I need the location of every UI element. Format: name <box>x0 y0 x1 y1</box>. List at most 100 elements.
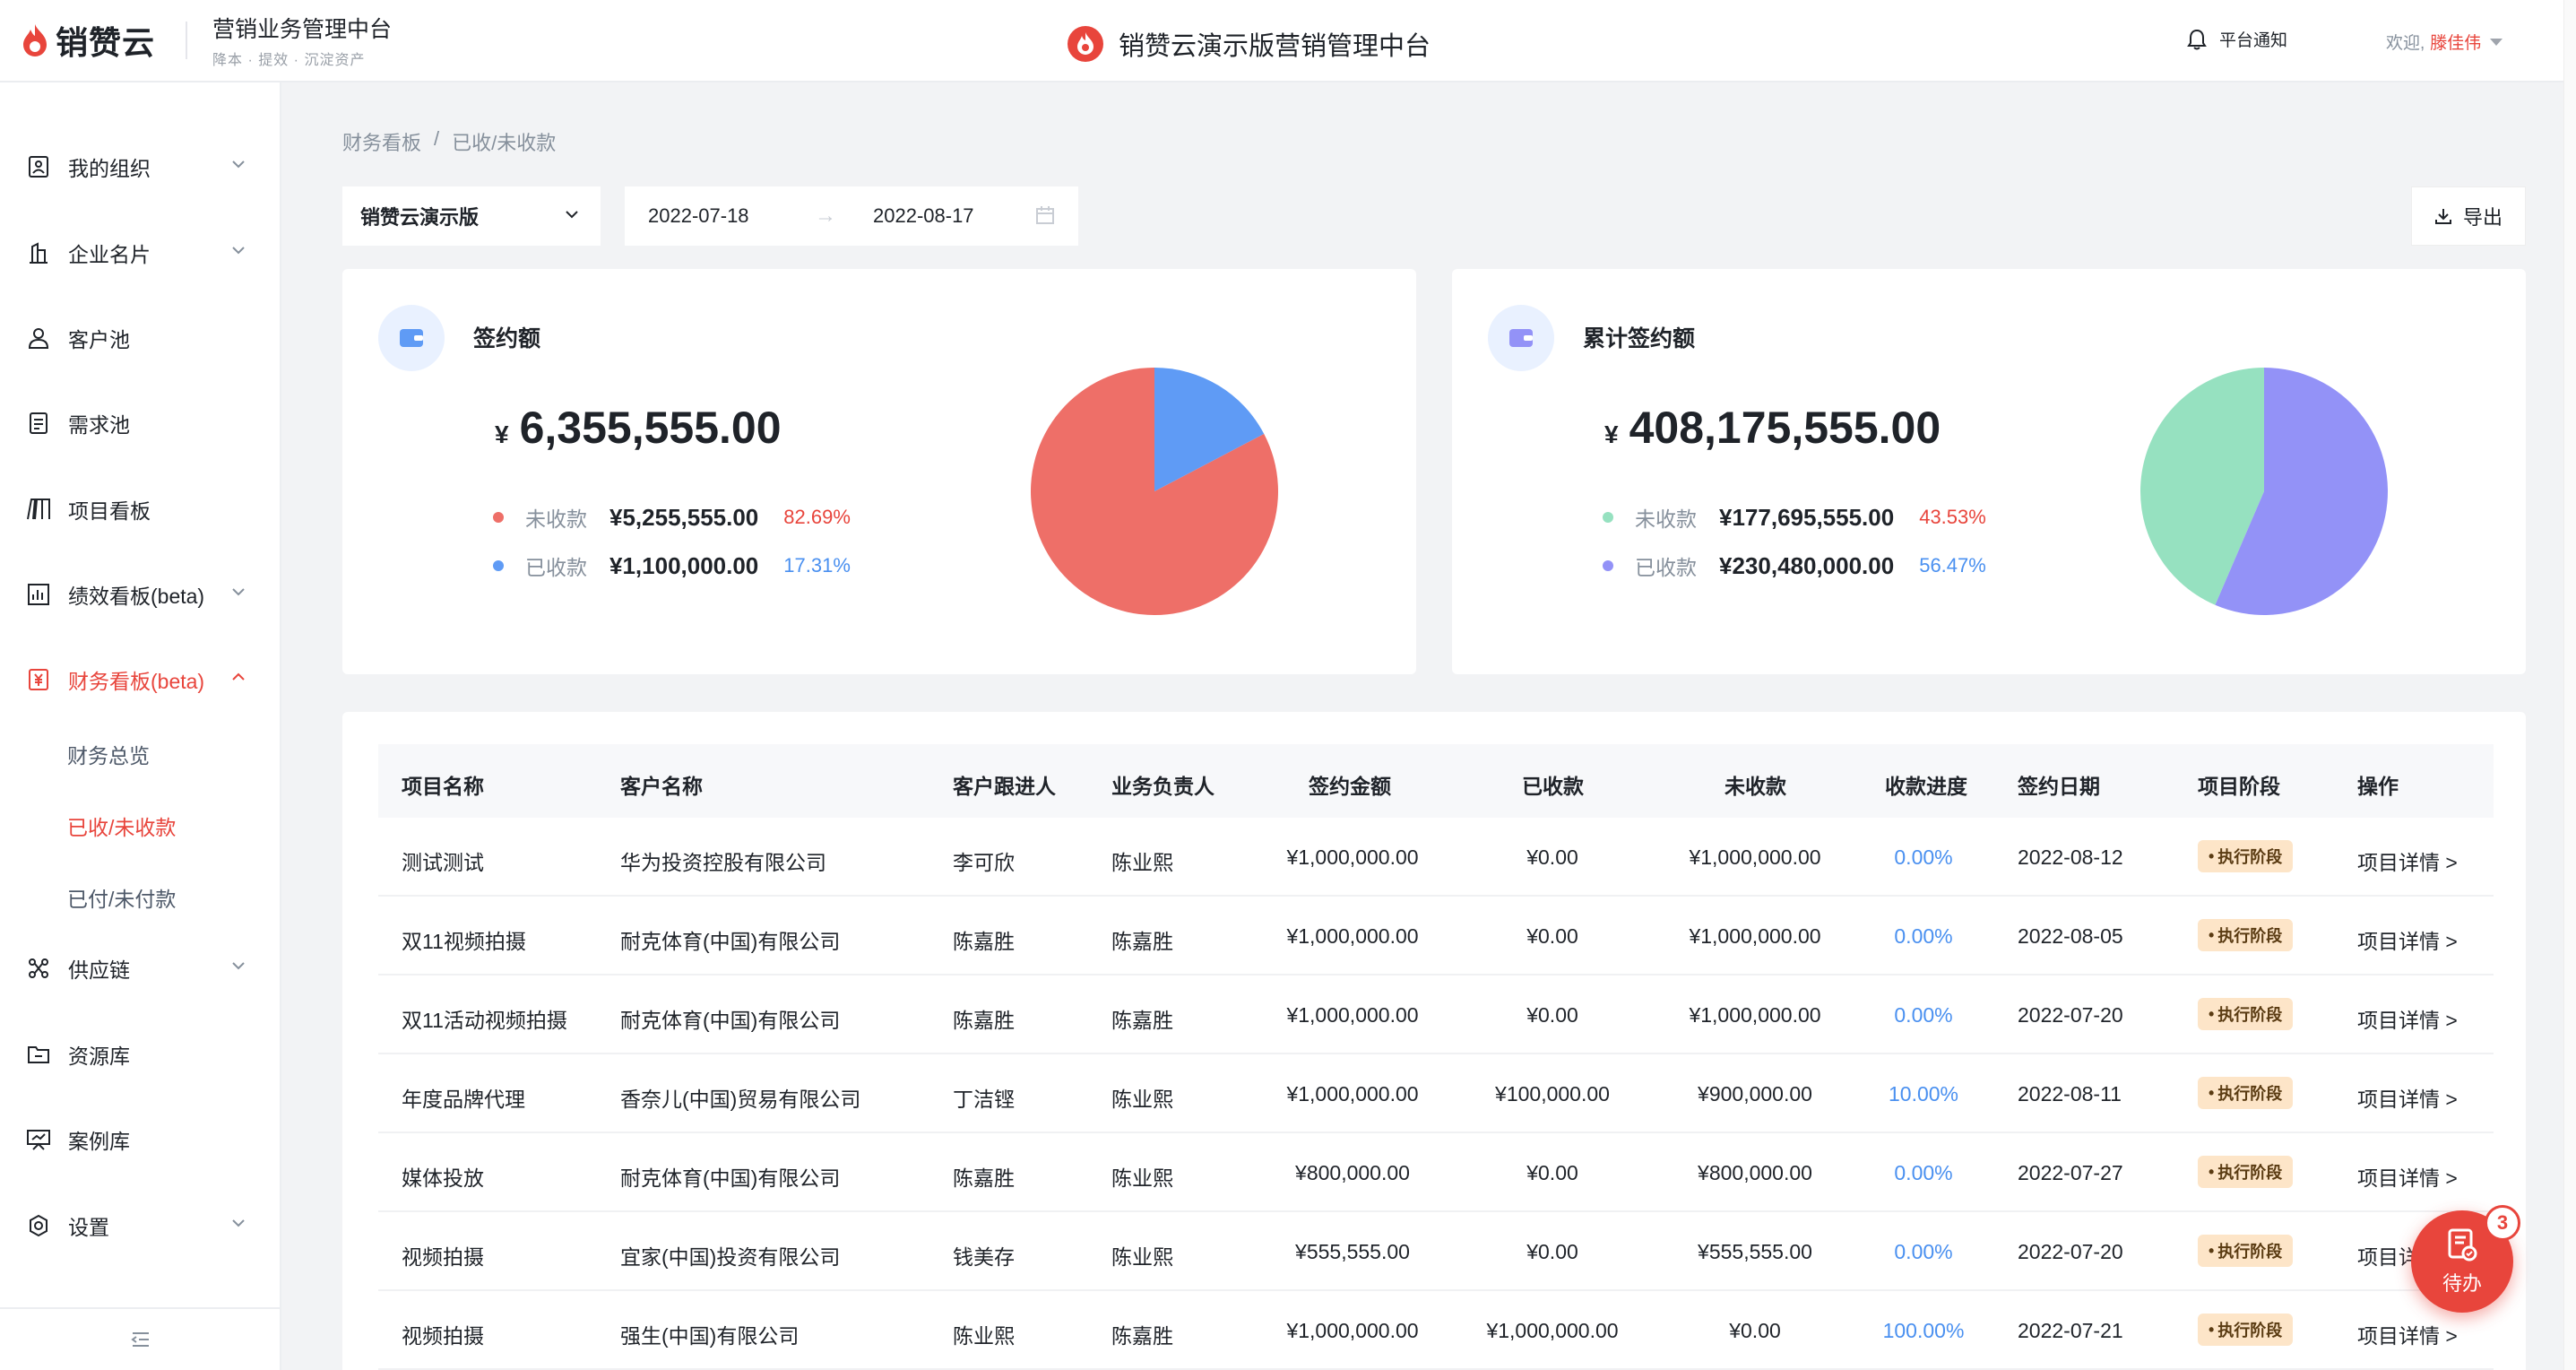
table-cell: 陈业熙 <box>1111 1245 1173 1269</box>
table-cell: 2022-07-27 <box>2018 1161 2123 1184</box>
stage-badge: 执行阶段 <box>2198 1077 2294 1109</box>
welcome-label: 欢迎, <box>2386 34 2425 53</box>
project-detail-link[interactable]: 项目详情 > <box>2357 845 2458 876</box>
total-amount: 6,355,555.00 <box>519 403 782 453</box>
breadcrumb-parent[interactable]: 财务看板 <box>342 127 421 156</box>
stage-badge: 执行阶段 <box>2198 998 2294 1030</box>
project-detail-link[interactable]: 项目详情 > <box>2357 1319 2458 1349</box>
todo-count-badge: 3 <box>2485 1205 2520 1241</box>
logo-text: 销赞云 <box>56 24 156 61</box>
table-cell: 2022-07-20 <box>2018 1003 2123 1027</box>
menu-fold-icon <box>131 1332 149 1347</box>
table-cell: 媒体投放 <box>402 1166 484 1190</box>
cumulative-signing-card: 累计签约额 ¥ 408,175,555.00 未收款 ¥177,695,555.… <box>1452 269 2526 674</box>
page-scrollbar[interactable] <box>2563 0 2576 1370</box>
chevron-down-icon <box>232 160 245 169</box>
breadcrumb-separator: / <box>434 127 440 150</box>
sidebar-item-project-board[interactable]: 项目看板 <box>0 482 281 536</box>
board-icon <box>25 496 52 523</box>
table-row: 视频拍摄 宜家(中国)投资有限公司 钱美存 陈业熙 ¥555,555.00 ¥0.00 ¥5… <box>378 1212 2494 1291</box>
yen-icon <box>25 666 52 693</box>
sidebar-item-label: 企业名片 <box>68 243 151 266</box>
breadcrumb: 财务看板 / 已收/未收款 <box>342 127 556 156</box>
legend-collected: 已收款 ¥1,100,000.00 17.31% <box>493 551 851 581</box>
table-cell: 测试测试 <box>402 851 484 874</box>
list-icon <box>25 410 52 437</box>
sidebar-item-company-card[interactable]: 企业名片 <box>0 226 281 280</box>
date-arrow: → <box>815 204 836 228</box>
table-cell: 陈业熙 <box>1111 1166 1173 1190</box>
sidebar-subitem-received[interactable]: 已收/未收款 <box>67 811 176 841</box>
legend-dot <box>1603 512 1613 523</box>
user-menu[interactable]: 欢迎, 滕佳伟 <box>2386 30 2503 54</box>
breadcrumb-current: 已收/未收款 <box>452 132 557 154</box>
date-end-input[interactable]: 2022-08-17 <box>873 204 974 228</box>
sidebar-item-demand-pool[interactable]: 需求池 <box>0 396 281 450</box>
legend-label: 已收款 <box>525 556 587 579</box>
sidebar-subitem-finance-overview[interactable]: 财务总览 <box>67 739 150 769</box>
sidebar-item-my-org[interactable]: 我的组织 <box>0 140 281 194</box>
column-header: 客户跟进人 <box>953 775 1056 798</box>
table-cell: 2022-07-21 <box>2018 1319 2123 1342</box>
collapse-sidebar-button[interactable] <box>0 1307 281 1370</box>
project-detail-link[interactable]: 项目详情 > <box>2357 1161 2458 1192</box>
legend-percent: 43.53% <box>1919 506 1986 528</box>
legend-percent: 82.69% <box>783 506 851 528</box>
sidebar-item-label: 设置 <box>68 1216 109 1239</box>
table-cell: 2022-08-12 <box>2018 845 2123 869</box>
system-subtitle: 降本 · 提效 · 沉淀资产 <box>212 53 366 68</box>
sidebar-item-performance-board[interactable]: 绩效看板(beta) <box>0 568 281 621</box>
sidebar-item-customer-pool[interactable]: 客户池 <box>0 311 281 365</box>
sidebar-item-label: 需求池 <box>68 413 130 437</box>
user-icon <box>25 325 52 351</box>
platform-notification[interactable]: 平台通知 <box>2187 27 2287 51</box>
export-button[interactable]: 导出 <box>2411 186 2526 246</box>
legend-label: 未收款 <box>525 507 587 531</box>
legend-amount: ¥1,100,000.00 <box>609 551 759 579</box>
bell-icon <box>2187 29 2207 49</box>
sidebar-subitem-paid[interactable]: 已付/未付款 <box>67 882 176 913</box>
sidebar-item-label: 我的组织 <box>68 157 151 180</box>
column-header: 项目名称 <box>402 775 484 798</box>
export-label: 导出 <box>2462 206 2503 229</box>
notification-label: 平台通知 <box>2219 31 2288 50</box>
sidebar-item-label: 绩效看板(beta) <box>68 585 205 608</box>
app-logo[interactable]: 销赞云 <box>20 17 155 64</box>
stage-badge: 执行阶段 <box>2198 840 2294 872</box>
table-header: 项目名称 客户名称 客户跟进人 业务负责人 签约金额 已收款 未收款 收款进度 … <box>378 744 2494 818</box>
legend-amount: ¥230,480,000.00 <box>1719 551 1895 579</box>
table-cell: 陈嘉胜 <box>1111 1009 1173 1032</box>
header-divider <box>186 22 188 59</box>
table-row: 测试测试 华为投资控股有限公司 李可欣 陈业熙 ¥1,000,000.00 ¥0.00 ¥1… <box>378 818 2494 897</box>
supply-icon <box>25 955 52 982</box>
folder-icon <box>25 1041 52 1068</box>
date-range-picker[interactable]: 2022-07-18 → 2022-08-17 <box>625 186 1078 246</box>
chevron-down-icon <box>566 211 578 219</box>
currency-symbol: ¥ <box>1604 421 1619 448</box>
table-cell: 耐克体育(中国)有限公司 <box>620 1009 841 1032</box>
table-cell: 双11活动视频拍摄 <box>402 1009 567 1032</box>
date-start-input[interactable]: 2022-07-18 <box>648 204 749 228</box>
table-cell: 香奈儿(中国)贸易有限公司 <box>620 1088 861 1111</box>
sidebar-item-resource-library[interactable]: 资源库 <box>0 1028 281 1081</box>
center-title-text: 销赞云演示版营销管理中台 <box>1119 32 1431 61</box>
sidebar-item-finance-board[interactable]: 财务看板(beta) <box>0 653 281 707</box>
stage-badge: 执行阶段 <box>2198 1235 2294 1267</box>
column-header: 操作 <box>2357 775 2399 798</box>
project-detail-link[interactable]: 项目详情 > <box>2357 1082 2458 1113</box>
org-select[interactable]: 销赞云演示版 <box>342 186 601 246</box>
sidebar-item-case-library[interactable]: 案例库 <box>0 1113 281 1166</box>
pie-chart <box>2140 368 2388 615</box>
caret-down-icon <box>2490 38 2503 46</box>
project-detail-link[interactable]: 项目详情 > <box>2357 1003 2458 1034</box>
sidebar-item-label: 财务看板(beta) <box>68 670 205 693</box>
username: 滕佳伟 <box>2430 34 2482 53</box>
todo-icon <box>2448 1228 2477 1262</box>
todo-button[interactable]: 待办 3 <box>2411 1205 2520 1313</box>
column-header: 已收款 <box>1522 775 1584 798</box>
project-detail-link[interactable]: 项目详情 > <box>2357 924 2458 955</box>
sidebar-item-label: 客户池 <box>68 328 130 351</box>
sidebar-item-settings[interactable]: 设置 <box>0 1199 281 1253</box>
sidebar-item-supply-chain[interactable]: 供应链 <box>0 941 281 995</box>
chevron-down-icon <box>232 1219 245 1227</box>
